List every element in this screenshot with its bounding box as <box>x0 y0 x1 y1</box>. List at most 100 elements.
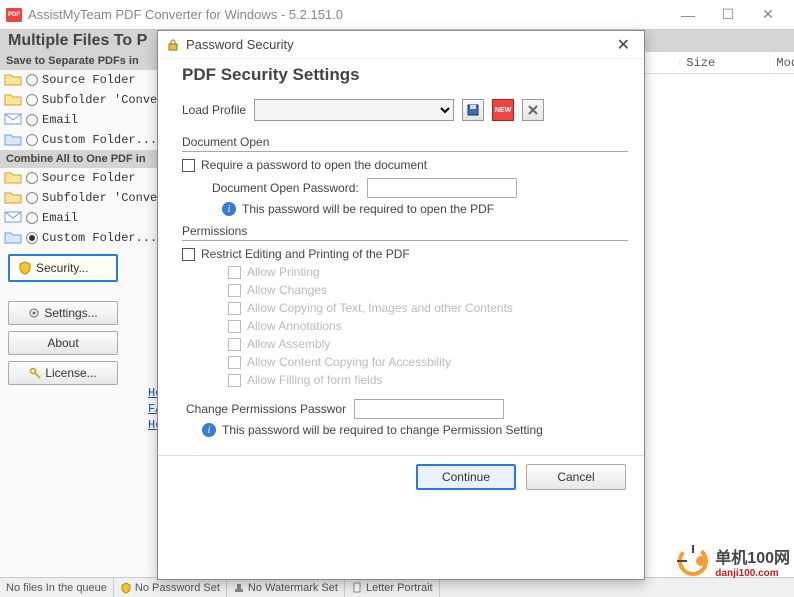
settings-button[interactable]: Settings... <box>8 301 118 325</box>
dialog-heading: PDF Security Settings <box>182 65 628 85</box>
group-permissions-label: Permissions <box>182 224 628 238</box>
radio[interactable] <box>26 94 38 106</box>
radio[interactable] <box>26 212 38 224</box>
x-icon <box>528 105 538 115</box>
status-password: No Password Set <box>114 578 227 597</box>
option-label: Source Folder <box>42 73 136 87</box>
restrict-editing-label: Restrict Editing and Printing of the PDF <box>201 247 410 261</box>
email-icon <box>4 112 22 128</box>
folder-orange-icon <box>4 92 22 108</box>
status-watermark: No Watermark Set <box>227 578 345 597</box>
radio[interactable] <box>26 134 38 146</box>
group-document-open-label: Document Open <box>182 135 628 149</box>
save-profile-button[interactable] <box>462 99 484 121</box>
folder-blue-icon <box>4 230 22 246</box>
perm-option-label: Allow Printing <box>247 265 320 279</box>
dialog-close-button[interactable]: ✕ <box>611 35 636 55</box>
save-separate-item[interactable]: Source Folder <box>0 70 168 90</box>
perm-option-label: Allow Assembly <box>247 337 330 351</box>
option-label: Custom Folder... <box>42 133 157 147</box>
floppy-icon <box>467 104 479 116</box>
require-password-checkbox[interactable] <box>182 159 195 172</box>
section-combine-head: Combine All to One PDF in <box>0 150 168 168</box>
combine-item[interactable]: Source Folder <box>0 168 168 188</box>
key-icon <box>29 367 41 379</box>
combine-item[interactable]: Email <box>0 208 168 228</box>
perm-option-checkbox[interactable] <box>228 356 241 369</box>
about-button[interactable]: About <box>8 331 118 355</box>
perm-option-checkbox[interactable] <box>228 374 241 387</box>
watermark-name: 单机100网 <box>715 544 790 568</box>
new-profile-button[interactable]: NEW <box>492 99 514 121</box>
perm-option-label: Allow Copying of Text, Images and other … <box>247 301 513 315</box>
perm-option-label: Allow Content Copying for Accessbility <box>247 355 451 369</box>
perm-option-label: Allow Filling of form fields <box>247 373 382 387</box>
change-permissions-password-input[interactable] <box>354 399 504 419</box>
dialog-title: Password Security <box>186 37 611 52</box>
perm-option-checkbox[interactable] <box>228 302 241 315</box>
minimize-button[interactable]: — <box>668 1 708 29</box>
col-modified[interactable]: Modi <box>770 53 794 73</box>
option-label: Subfolder 'Conver <box>42 191 164 205</box>
window-title: AssistMyTeam PDF Converter for Windows -… <box>28 7 668 22</box>
col-size[interactable]: Size <box>680 53 770 73</box>
doc-open-password-label: Document Open Password: <box>212 181 359 195</box>
perm-option-checkbox[interactable] <box>228 338 241 351</box>
option-label: Source Folder <box>42 171 136 185</box>
lock-icon <box>166 38 180 52</box>
folder-orange-icon <box>4 190 22 206</box>
info-icon: i <box>222 202 236 216</box>
status-bar: No files In the queue No Password Set No… <box>0 577 794 597</box>
radio[interactable] <box>26 114 38 126</box>
perm-option-label: Allow Annotations <box>247 319 342 333</box>
folder-blue-icon <box>4 132 22 148</box>
doc-open-password-input[interactable] <box>367 178 517 198</box>
option-label: Email <box>42 211 78 225</box>
stamp-icon <box>233 582 245 594</box>
email-icon <box>4 210 22 226</box>
perm-option-checkbox[interactable] <box>228 266 241 279</box>
shield-icon <box>18 261 32 275</box>
password-security-dialog: Password Security ✕ PDF Security Setting… <box>157 30 645 580</box>
info-icon: i <box>202 423 216 437</box>
continue-button[interactable]: Continue <box>416 464 516 490</box>
page-icon <box>351 582 363 594</box>
cancel-button[interactable]: Cancel <box>526 464 626 490</box>
combine-item[interactable]: Custom Folder... <box>0 228 168 248</box>
combine-item[interactable]: Subfolder 'Conver <box>0 188 168 208</box>
security-button[interactable]: Security... <box>8 254 118 282</box>
load-profile-select[interactable] <box>254 99 454 121</box>
radio[interactable] <box>26 192 38 204</box>
delete-profile-button[interactable] <box>522 99 544 121</box>
radio[interactable] <box>26 74 38 86</box>
radio[interactable] <box>26 172 38 184</box>
require-password-label: Require a password to open the document <box>201 158 427 172</box>
section-save-separate-head: Save to Separate PDFs in <box>0 52 168 70</box>
watermark-url: danji100.com <box>715 568 790 579</box>
perm-option-label: Allow Changes <box>247 283 327 297</box>
option-label: Subfolder 'Conver <box>42 93 164 107</box>
perm-option-checkbox[interactable] <box>228 284 241 297</box>
status-files: No files In the queue <box>0 578 114 597</box>
load-profile-label: Load Profile <box>182 103 246 117</box>
maximize-button[interactable]: ☐ <box>708 1 748 29</box>
doc-open-info-text: This password will be required to open t… <box>242 202 494 216</box>
option-label: Custom Folder... <box>42 231 157 245</box>
save-separate-item[interactable]: Custom Folder... <box>0 130 168 150</box>
page-title: Multiple Files To P <box>8 32 147 50</box>
change-permissions-password-label: Change Permissions Passwor <box>186 402 346 416</box>
permissions-info-text: This password will be required to change… <box>222 423 543 437</box>
left-sidebar: Save to Separate PDFs in Source Folder Su… <box>0 52 169 577</box>
folder-orange-icon <box>4 170 22 186</box>
save-separate-item[interactable]: Email <box>0 110 168 130</box>
license-button[interactable]: License... <box>8 361 118 385</box>
save-separate-item[interactable]: Subfolder 'Conver <box>0 90 168 110</box>
restrict-editing-checkbox[interactable] <box>182 248 195 261</box>
dialog-titlebar: Password Security ✕ <box>158 31 644 59</box>
option-label: Email <box>42 113 78 127</box>
close-button[interactable]: ✕ <box>748 1 788 29</box>
gear-icon <box>28 307 40 319</box>
watermark-logo: 单机100网 danji100.com <box>675 543 790 579</box>
radio[interactable] <box>26 232 38 244</box>
perm-option-checkbox[interactable] <box>228 320 241 333</box>
